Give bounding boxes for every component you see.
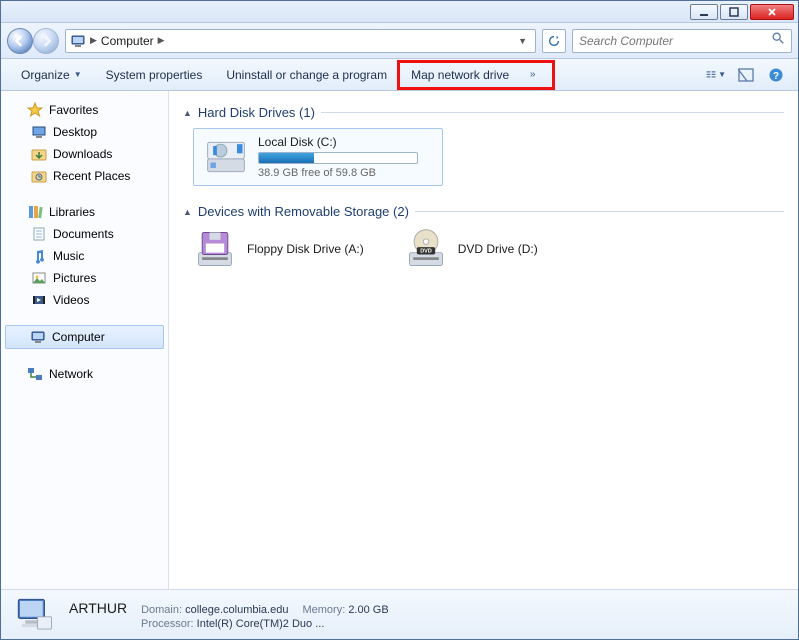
chevron-right-icon: » <box>524 69 542 80</box>
sidebar-group-favorites[interactable]: Favorites <box>1 99 168 121</box>
preview-pane-button[interactable] <box>736 65 756 85</box>
sidebar-item-videos[interactable]: Videos <box>1 289 168 311</box>
view-options-button[interactable]: ▼ <box>706 65 726 85</box>
organize-button[interactable]: Organize▼ <box>9 62 94 88</box>
desktop-icon <box>31 124 47 140</box>
drive-floppy-a[interactable]: Floppy Disk Drive (A:) <box>193 227 364 271</box>
explorer-window: ▶ Computer ▶ ▼ Organize▼ System properti… <box>0 0 799 640</box>
sidebar-item-network[interactable]: Network <box>1 363 168 385</box>
dvd-drive-icon: DVD <box>404 227 448 271</box>
close-button[interactable] <box>750 4 794 20</box>
nav-pane: Favorites Desktop Downloads Recent Place… <box>1 91 169 589</box>
content-pane: ▲ Hard Disk Drives (1) Local Disk (C:) 3… <box>169 91 798 589</box>
address-bar[interactable]: ▶ Computer ▶ ▼ <box>65 29 536 53</box>
computer-name: ARTHUR <box>69 600 127 616</box>
forward-button[interactable] <box>33 28 59 54</box>
processor-label: Processor: <box>141 618 194 630</box>
search-input[interactable] <box>579 34 765 48</box>
sidebar-item-downloads[interactable]: Downloads <box>1 143 168 165</box>
address-dropdown-icon[interactable]: ▼ <box>514 36 531 46</box>
drive-name: Floppy Disk Drive (A:) <box>247 242 364 256</box>
body: Favorites Desktop Downloads Recent Place… <box>1 91 798 589</box>
recent-icon <box>31 168 47 184</box>
downloads-icon <box>31 146 47 162</box>
pictures-icon <box>31 270 47 286</box>
sidebar-item-documents[interactable]: Documents <box>1 223 168 245</box>
titlebar <box>1 1 798 23</box>
search-icon <box>771 31 785 50</box>
breadcrumb-sep-icon: ▶ <box>90 35 97 46</box>
breadcrumb-computer[interactable]: Computer <box>101 34 154 48</box>
sidebar-item-recent[interactable]: Recent Places <box>1 165 168 187</box>
computer-icon <box>30 329 46 345</box>
breadcrumb-sep-icon: ▶ <box>158 35 165 46</box>
sidebar-label: Computer <box>52 330 105 344</box>
command-bar: Organize▼ System properties Uninstall or… <box>1 59 798 91</box>
sidebar-group-libraries[interactable]: Libraries <box>1 201 168 223</box>
hard-disk-icon <box>204 135 248 179</box>
search-box[interactable] <box>572 29 792 53</box>
computer-icon <box>13 594 55 636</box>
drive-name: DVD Drive (D:) <box>458 242 538 256</box>
system-properties-button[interactable]: System properties <box>94 62 215 88</box>
domain-value: college.columbia.edu <box>185 604 288 616</box>
collapse-icon: ▲ <box>183 207 192 217</box>
minimize-button[interactable] <box>690 4 718 20</box>
nav-bar: ▶ Computer ▶ ▼ <box>1 23 798 59</box>
sidebar-label: Libraries <box>49 205 95 219</box>
drive-name: Local Disk (C:) <box>258 135 418 149</box>
group-header-hdd[interactable]: ▲ Hard Disk Drives (1) <box>183 105 784 120</box>
memory-label: Memory: <box>302 604 345 616</box>
libraries-icon <box>27 204 43 220</box>
nav-buttons <box>7 28 59 54</box>
svg-text:DVD: DVD <box>420 249 432 255</box>
refresh-button[interactable] <box>542 29 566 53</box>
memory-value: 2.00 GB <box>348 604 388 616</box>
sidebar-label: Favorites <box>49 103 98 117</box>
floppy-drive-icon <box>193 227 237 271</box>
documents-icon <box>31 226 47 242</box>
svg-text:?: ? <box>773 71 779 82</box>
uninstall-program-button[interactable]: Uninstall or change a program <box>214 62 399 88</box>
drive-local-c[interactable]: Local Disk (C:) 38.9 GB free of 59.8 GB <box>193 128 443 186</box>
collapse-icon: ▲ <box>183 108 192 118</box>
back-button[interactable] <box>7 28 33 54</box>
sidebar-item-music[interactable]: Music <box>1 245 168 267</box>
drive-free-text: 38.9 GB free of 59.8 GB <box>258 167 418 179</box>
sidebar-label: Network <box>49 367 93 381</box>
map-network-drive-button[interactable]: Map network drive » <box>399 62 553 88</box>
drive-dvd-d[interactable]: DVD DVD Drive (D:) <box>404 227 538 271</box>
sidebar-item-desktop[interactable]: Desktop <box>1 121 168 143</box>
sidebar-item-pictures[interactable]: Pictures <box>1 267 168 289</box>
computer-icon <box>70 33 86 49</box>
network-icon <box>27 366 43 382</box>
disk-usage-bar <box>258 152 418 164</box>
sidebar-item-computer[interactable]: Computer <box>5 325 164 349</box>
help-button[interactable]: ? <box>766 65 786 85</box>
caret-down-icon: ▼ <box>74 70 82 79</box>
details-pane: ARTHUR Domain: college.columbia.edu Memo… <box>1 589 798 639</box>
music-icon <box>31 248 47 264</box>
group-header-removable[interactable]: ▲ Devices with Removable Storage (2) <box>183 204 784 219</box>
toolbar-right: ▼ ? <box>706 65 790 85</box>
star-icon <box>27 102 43 118</box>
domain-label: Domain: <box>141 604 182 616</box>
videos-icon <box>31 292 47 308</box>
maximize-button[interactable] <box>720 4 748 20</box>
processor-value: Intel(R) Core(TM)2 Duo ... <box>197 618 325 630</box>
